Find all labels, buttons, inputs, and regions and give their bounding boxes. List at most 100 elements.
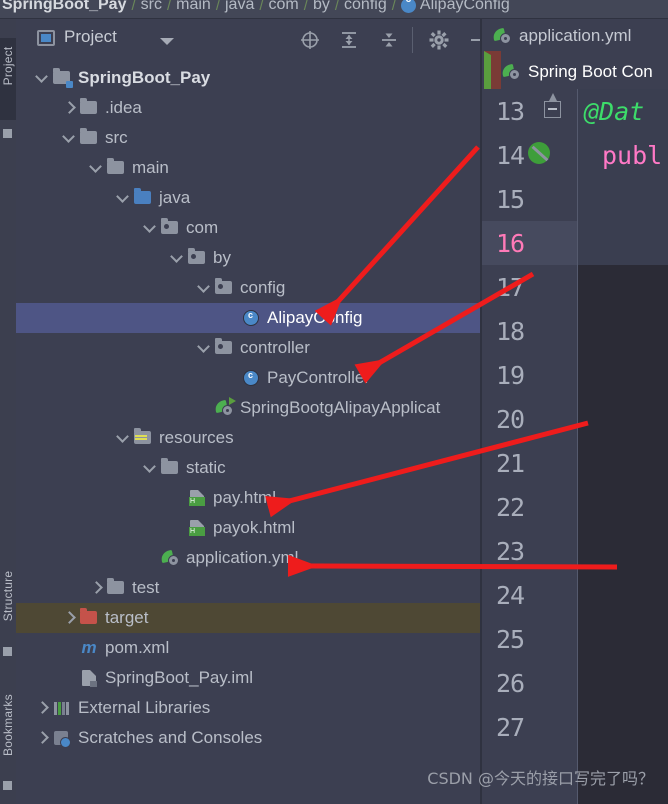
tree-node-label: config bbox=[240, 278, 286, 297]
settings-gear-icon[interactable] bbox=[428, 29, 450, 51]
tool-strip-structure[interactable]: Structure bbox=[1, 566, 15, 626]
tree-node-com[interactable]: com bbox=[16, 213, 480, 243]
module-folder-icon bbox=[52, 68, 73, 88]
line-number: 19 bbox=[496, 361, 525, 390]
line-number: 20 bbox=[496, 405, 525, 434]
breadcrumb-item[interactable]: SpringBoot_Pay bbox=[2, 0, 126, 14]
chevron-down-icon[interactable] bbox=[88, 160, 104, 176]
chevron-down-icon[interactable] bbox=[115, 430, 131, 446]
editor-tabs[interactable]: application.yml Spring Boot Con bbox=[482, 19, 668, 95]
tool-strip-icon-1[interactable] bbox=[3, 129, 12, 138]
chevron-right-icon[interactable] bbox=[34, 730, 50, 746]
tree-node-alipayconfig[interactable]: AlipayConfig bbox=[16, 303, 480, 333]
tree-node-src[interactable]: src bbox=[16, 123, 480, 153]
breadcrumb-item[interactable]: com bbox=[269, 0, 299, 14]
chevron-down-icon[interactable] bbox=[196, 340, 212, 356]
tool-strip-bookmarks[interactable]: Bookmarks bbox=[1, 694, 15, 756]
locate-icon[interactable] bbox=[299, 29, 321, 51]
chevron-right-icon[interactable] bbox=[61, 610, 77, 626]
chevron-down-icon[interactable] bbox=[142, 220, 158, 236]
java-class-icon bbox=[241, 309, 261, 327]
tree-node-static[interactable]: static bbox=[16, 453, 480, 483]
gutter-line[interactable]: 23 bbox=[482, 529, 578, 573]
tree-toggle-spacer bbox=[169, 490, 185, 506]
chevron-down-icon[interactable] bbox=[196, 280, 212, 296]
gutter-line[interactable]: 16 bbox=[482, 221, 578, 265]
tree-node-springbootgalipayapplicat[interactable]: SpringBootgAlipayApplicat bbox=[16, 393, 480, 423]
disabled-breakpoint-icon[interactable] bbox=[528, 142, 550, 164]
tree-node-springboot-pay[interactable]: SpringBoot_Pay bbox=[16, 63, 480, 93]
chevron-down-icon[interactable] bbox=[34, 70, 50, 86]
tree-node-java[interactable]: java bbox=[16, 183, 480, 213]
tree-node-controller[interactable]: controller bbox=[16, 333, 480, 363]
editor-gutter[interactable]: 13 14 15 16 17 18 19 20 21 22 23 24 25 26 27 bbox=[482, 89, 639, 804]
editor-tab-application-yml[interactable]: application.yml bbox=[482, 19, 668, 53]
chevron-down-icon[interactable] bbox=[61, 130, 77, 146]
tree-node-label: com bbox=[186, 218, 219, 237]
gutter-line[interactable]: 14 bbox=[482, 133, 578, 177]
code-fold-icon[interactable] bbox=[544, 93, 561, 118]
line-number: 26 bbox=[496, 669, 525, 698]
tree-node-label: .idea bbox=[105, 98, 142, 117]
tree-node-test[interactable]: test bbox=[16, 573, 480, 603]
chevron-right-icon[interactable] bbox=[34, 700, 50, 716]
tree-node-label: by bbox=[213, 248, 231, 267]
tree-node-paycontroller[interactable]: PayController bbox=[16, 363, 480, 393]
breadcrumb-item[interactable]: config bbox=[344, 0, 387, 14]
line-number: 14 bbox=[496, 141, 525, 170]
chevron-down-icon[interactable] bbox=[160, 38, 174, 45]
chevron-right-icon[interactable] bbox=[88, 580, 104, 596]
tree-node-application-yml[interactable]: application.yml bbox=[16, 543, 480, 573]
project-tree[interactable]: SpringBoot_Pay .idea src main java com by confi… bbox=[16, 63, 480, 753]
folder-icon bbox=[160, 458, 180, 477]
tree-node-pom-xml[interactable]: m pom.xml bbox=[16, 633, 480, 663]
maven-icon: m bbox=[81, 638, 97, 657]
gutter-line[interactable]: 17 bbox=[482, 265, 578, 309]
tree-node-external-libraries[interactable]: External Libraries bbox=[16, 693, 480, 723]
gutter-line[interactable]: 22 bbox=[482, 485, 578, 529]
gutter-line[interactable]: 21 bbox=[482, 441, 578, 485]
scratches-icon bbox=[52, 729, 72, 748]
chevron-down-icon[interactable] bbox=[169, 250, 185, 266]
breadcrumb-item[interactable]: src bbox=[141, 0, 162, 14]
tree-node-by[interactable]: by bbox=[16, 243, 480, 273]
breadcrumb-separator: / bbox=[303, 0, 308, 14]
html-file-icon: H bbox=[187, 489, 207, 507]
code-text-area[interactable]: @Dat publ bbox=[578, 89, 668, 804]
editor-tab-spring-boot-con[interactable]: Spring Boot Con bbox=[484, 51, 653, 93]
tool-strip-icon-2[interactable] bbox=[3, 647, 12, 656]
breadcrumb-item[interactable]: by bbox=[313, 0, 330, 14]
tree-node-config[interactable]: config bbox=[16, 273, 480, 303]
tree-node-label: controller bbox=[240, 338, 310, 357]
tree-node-target[interactable]: target bbox=[16, 603, 480, 633]
chevron-down-icon[interactable] bbox=[142, 460, 158, 476]
gutter-line[interactable]: 15 bbox=[482, 177, 639, 221]
chevron-right-icon[interactable] bbox=[61, 100, 77, 116]
gutter-line[interactable]: 25 bbox=[482, 617, 578, 661]
chevron-down-icon[interactable] bbox=[115, 190, 131, 206]
gutter-line[interactable]: 19 bbox=[482, 353, 578, 397]
package-icon bbox=[214, 338, 234, 357]
tree-node-springboot-pay-iml[interactable]: SpringBoot_Pay.iml bbox=[16, 663, 480, 693]
breadcrumb-item[interactable]: AlipayConfig bbox=[420, 0, 510, 14]
gutter-line[interactable]: 24 bbox=[482, 573, 578, 617]
tree-node-payok-html[interactable]: Hpayok.html bbox=[16, 513, 480, 543]
tree-node-resources[interactable]: resources bbox=[16, 423, 480, 453]
breadcrumb-item[interactable]: main bbox=[176, 0, 211, 14]
tool-strip-project[interactable]: Project bbox=[1, 36, 15, 96]
gutter-line[interactable]: 26 bbox=[482, 661, 578, 705]
collapse-all-icon[interactable] bbox=[378, 29, 400, 51]
gutter-line[interactable]: 18 bbox=[482, 309, 578, 353]
idea-window: SpringBoot_Pay / src / main / java / com / by / conf… bbox=[0, 0, 668, 804]
expand-all-icon[interactable] bbox=[338, 29, 360, 51]
breadcrumb-item[interactable]: java bbox=[225, 0, 254, 14]
gutter-line[interactable]: 20 bbox=[482, 397, 578, 441]
tree-node-pay-html[interactable]: Hpay.html bbox=[16, 483, 480, 513]
watermark: CSDN @今天的接口写完了吗？ bbox=[427, 769, 654, 788]
tree-node-main[interactable]: main bbox=[16, 153, 480, 183]
gutter-line[interactable]: 27 bbox=[482, 705, 578, 749]
line-number: 18 bbox=[496, 317, 525, 346]
gutter-line[interactable]: 13 bbox=[482, 89, 578, 133]
tree-node-idea[interactable]: .idea bbox=[16, 93, 480, 123]
tree-node-scratches-and-consoles[interactable]: Scratches and Consoles bbox=[16, 723, 480, 753]
